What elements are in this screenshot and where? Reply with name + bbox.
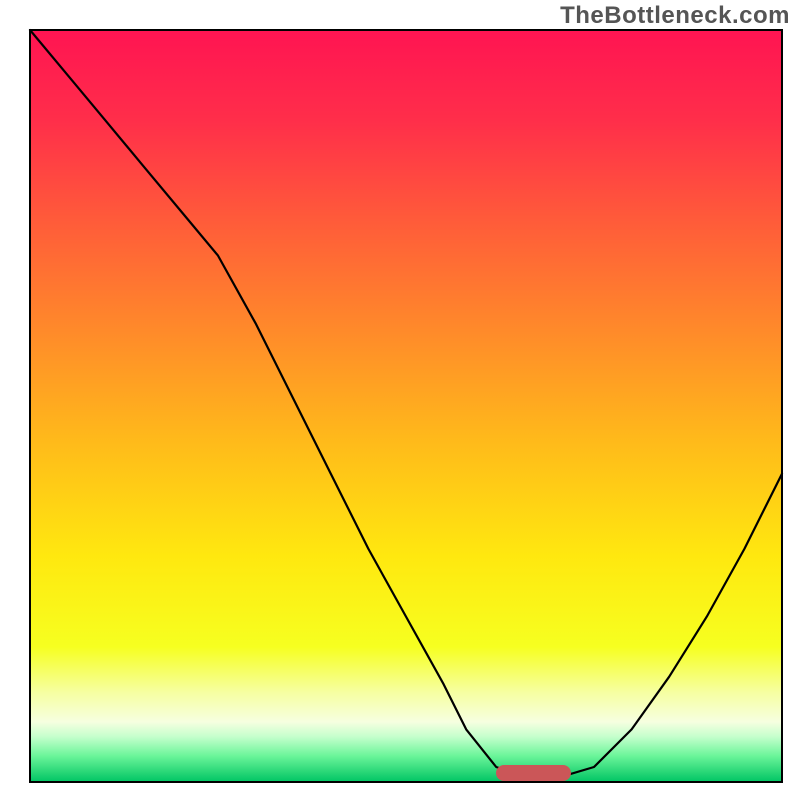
bottleneck-chart [0, 0, 800, 800]
optimal-marker [496, 765, 571, 781]
chart-canvas: TheBottleneck.com [0, 0, 800, 800]
plot-background [30, 30, 782, 782]
watermark-text: TheBottleneck.com [560, 2, 790, 30]
